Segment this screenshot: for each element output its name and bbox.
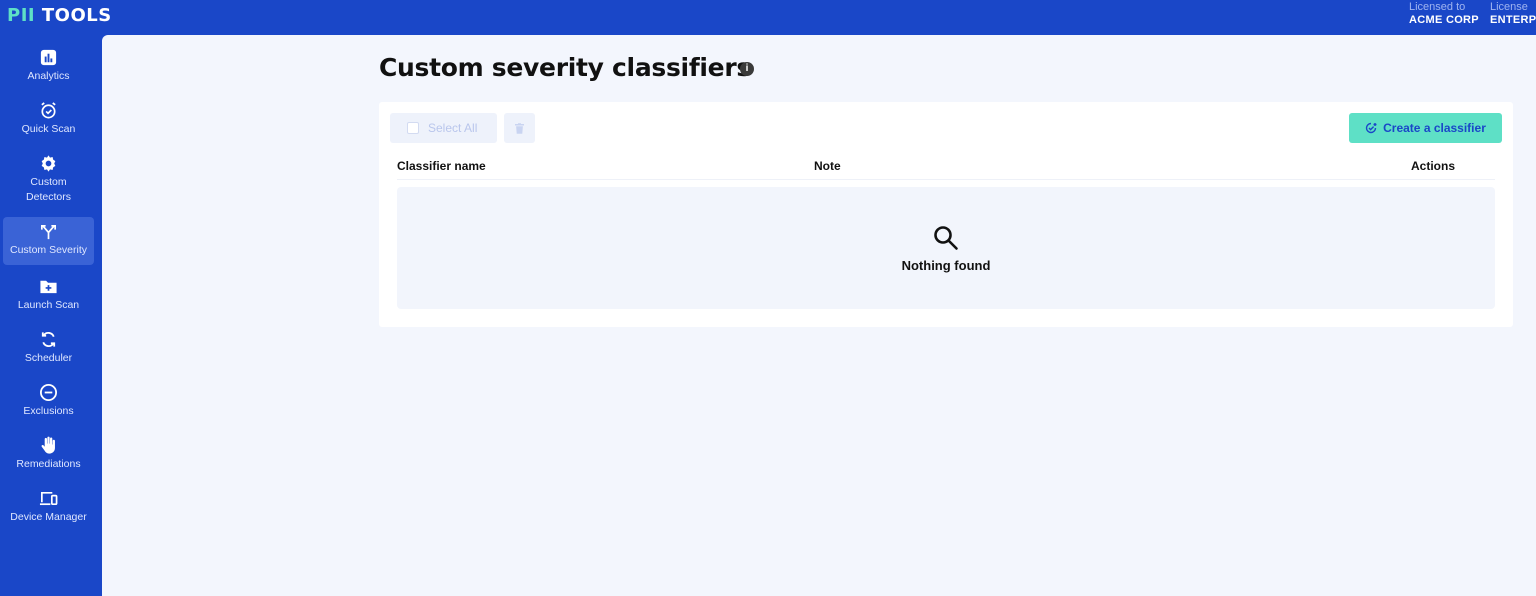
license-type-label: License <box>1490 1 1528 13</box>
logo-prefix: PII <box>7 5 36 26</box>
sidebar-item-remediations[interactable]: Remediations <box>3 435 94 475</box>
page-title: Custom severity classifiers <box>379 53 751 82</box>
select-all-button[interactable]: Select All <box>390 113 497 143</box>
main-panel: Custom severity classifiers i Select All… <box>102 35 1536 596</box>
empty-message: Nothing found <box>901 258 991 273</box>
column-header-classifier-name[interactable]: Classifier name <box>397 159 486 173</box>
sidebar-item-analytics[interactable]: Analytics <box>3 47 94 87</box>
sidebar-item-custom-severity[interactable]: Custom Severity <box>3 217 94 265</box>
folder-plus-icon <box>39 276 59 296</box>
delete-button[interactable] <box>504 113 535 143</box>
sidebar-item-custom-detectors[interactable]: Custom Detectors <box>3 153 94 207</box>
trash-icon <box>515 122 524 134</box>
sidebar-item-device-manager[interactable]: Device Manager <box>3 488 94 528</box>
logo-suffix: TOOLS <box>35 5 112 26</box>
select-all-label: Select All <box>428 121 478 135</box>
select-all-checkbox[interactable] <box>407 122 419 134</box>
top-bar: PII TOOLS Licensed to ACME CORP License … <box>0 0 1536 35</box>
sidebar-item-label: Device Manager <box>10 511 87 523</box>
app-logo[interactable]: PII TOOLS <box>7 5 112 26</box>
empty-state: Nothing found <box>397 187 1495 309</box>
gear-icon <box>39 153 59 173</box>
refresh-icon <box>39 329 59 349</box>
magnifier-icon <box>932 224 960 252</box>
license-owner-label: Licensed to <box>1409 1 1466 13</box>
license-type-value: ENTERP <box>1490 14 1536 26</box>
sidebar-item-label: Custom Detectors <box>26 176 71 203</box>
create-classifier-button[interactable]: Create a classifier <box>1349 113 1502 143</box>
license-type: License ENTERP <box>1490 1 1536 27</box>
create-classifier-label: Create a classifier <box>1383 121 1486 135</box>
devices-icon <box>39 488 59 508</box>
license-owner: Licensed to ACME CORP <box>1409 1 1479 27</box>
table-header-divider <box>397 179 1495 180</box>
branch-arrows-icon <box>39 221 59 241</box>
sidebar-item-exclusions[interactable]: Exclusions <box>3 382 94 422</box>
sidebar-item-label: Quick Scan <box>21 123 76 135</box>
hand-icon <box>39 435 59 455</box>
sidebar-item-label: Launch Scan <box>17 299 80 311</box>
sidebar-item-label: Exclusions <box>23 405 74 417</box>
sidebar-item-label: Remediations <box>16 458 81 470</box>
sidebar-item-label: Scheduler <box>24 352 73 364</box>
minus-circle-icon <box>39 382 59 402</box>
analytics-icon <box>39 47 59 67</box>
sidebar-item-label: Analytics <box>27 70 70 82</box>
classifiers-card: Select All Create a classifier Classifie… <box>379 102 1513 327</box>
sidebar-item-label: Custom Severity <box>9 244 88 256</box>
info-icon[interactable]: i <box>740 62 754 76</box>
column-header-actions: Actions <box>1411 159 1456 173</box>
sidebar-item-scheduler[interactable]: Scheduler <box>3 329 94 369</box>
add-circle-icon <box>1365 122 1383 134</box>
column-header-note[interactable]: Note <box>814 159 841 173</box>
license-owner-value: ACME CORP <box>1409 14 1479 26</box>
sidebar: Analytics Quick Scan Custom Detectors Cu… <box>0 35 102 596</box>
alarm-clock-icon <box>39 100 59 120</box>
sidebar-item-launch-scan[interactable]: Launch Scan <box>3 276 94 316</box>
sidebar-item-quick-scan[interactable]: Quick Scan <box>3 100 94 140</box>
